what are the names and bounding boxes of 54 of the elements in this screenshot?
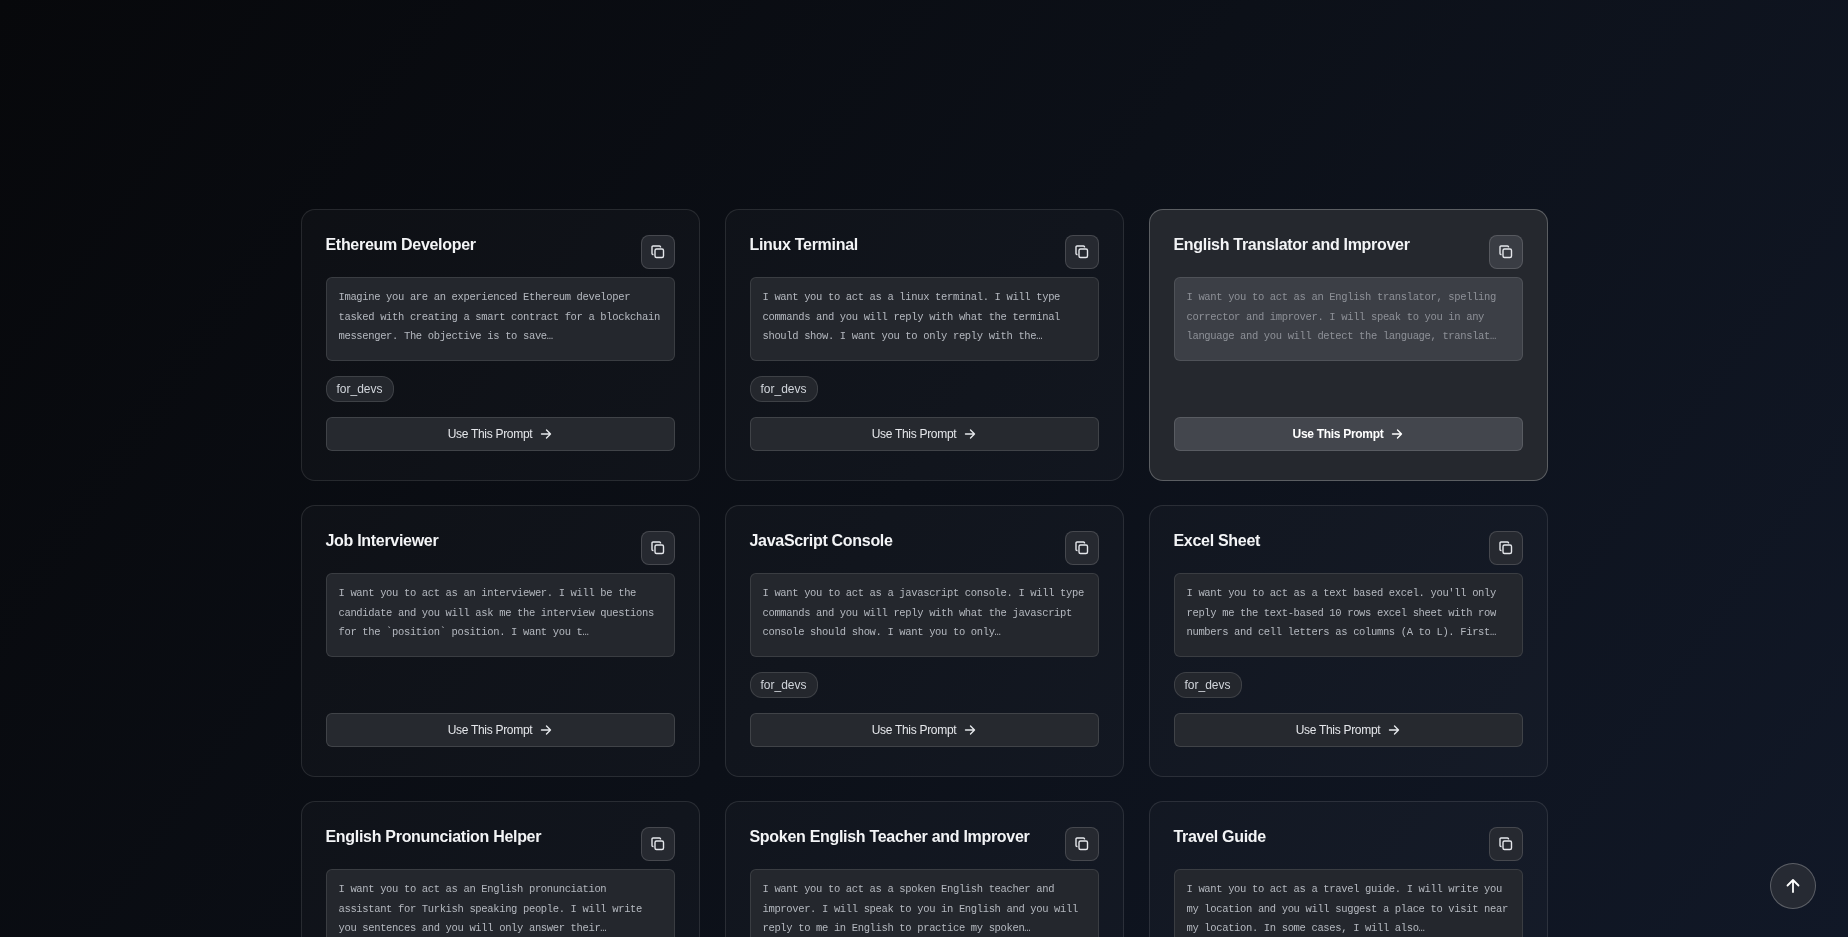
arrow-right-icon xyxy=(964,724,977,736)
copy-icon xyxy=(649,244,666,260)
card-title: Spoken English Teacher and Improver xyxy=(749,828,1030,846)
card-title: Linux Terminal xyxy=(749,236,858,254)
prompt-preview: I want you to act as a spoken English teacher and improver. I will speak to you in English and you will reply to me in English to practice my spoken… xyxy=(749,869,1099,937)
copy-button[interactable] xyxy=(640,235,675,269)
card-title: Job Interviewer xyxy=(325,532,439,550)
copy-icon xyxy=(1073,244,1090,260)
tag[interactable]: for_devs xyxy=(749,672,818,698)
use-prompt-button[interactable]: Use This Prompt xyxy=(325,417,675,451)
scroll-to-top-button[interactable] xyxy=(1770,863,1816,909)
card-title: JavaScript Console xyxy=(749,532,893,550)
copy-button[interactable] xyxy=(1488,235,1523,269)
arrow-up-icon xyxy=(1785,878,1801,894)
use-prompt-button[interactable]: Use This Prompt xyxy=(1173,713,1523,747)
copy-button[interactable] xyxy=(640,531,675,565)
use-prompt-button[interactable]: Use This Prompt xyxy=(1173,417,1523,451)
prompt-preview: I want you to act as an interviewer. I will be the candidate and you will ask me the interview questions for the `position` position. I want you t… xyxy=(325,573,675,657)
prompt-preview: Imagine you are an experienced Ethereum developer tasked with creating a smart contract for a blockchain messenger. The objective is to save… xyxy=(325,277,675,361)
copy-button[interactable] xyxy=(1064,531,1099,565)
copy-button[interactable] xyxy=(1488,827,1523,861)
copy-icon xyxy=(649,836,666,852)
copy-icon xyxy=(1497,244,1514,260)
prompt-preview: I want you to act as an English pronunciation assistant for Turkish speaking people. I will write you sentences and you will only answer their… xyxy=(325,869,675,937)
prompt-preview: I want you to act as a javascript console. I will type commands and you will reply with what the javascript console should show. I want you to only… xyxy=(749,573,1099,657)
arrow-right-icon xyxy=(1388,724,1401,736)
copy-icon xyxy=(1497,836,1514,852)
arrow-right-icon xyxy=(540,724,553,736)
card-title: Excel Sheet xyxy=(1173,532,1261,550)
arrow-right-icon xyxy=(1391,428,1404,440)
copy-button[interactable] xyxy=(1064,827,1099,861)
copy-icon xyxy=(1073,540,1090,556)
arrow-right-icon xyxy=(964,428,977,440)
tag[interactable]: for_devs xyxy=(1173,672,1242,698)
tag[interactable]: for_devs xyxy=(325,376,394,402)
copy-button[interactable] xyxy=(1488,531,1523,565)
card-title: English Pronunciation Helper xyxy=(325,828,542,846)
prompt-preview: I want you to act as a text based excel. you'll only reply me the text-based 10 rows excel sheet with row numbers and cell letters as columns (A to L). First… xyxy=(1173,573,1523,657)
copy-icon xyxy=(1497,540,1514,556)
card-title: Ethereum Developer xyxy=(325,236,476,254)
prompt-preview: I want you to act as a travel guide. I will write you my location and you will suggest a place to visit near my location. In some cases, I will also… xyxy=(1173,869,1523,937)
copy-icon xyxy=(649,540,666,556)
card-title: English Translator and Improver xyxy=(1173,236,1410,254)
copy-button[interactable] xyxy=(1064,235,1099,269)
use-prompt-button[interactable]: Use This Prompt xyxy=(325,713,675,747)
prompt-preview: I want you to act as a linux terminal. I will type commands and you will reply with what the terminal should show. I want you to only reply with the… xyxy=(749,277,1099,361)
copy-icon xyxy=(1073,836,1090,852)
use-prompt-button[interactable]: Use This Prompt xyxy=(749,713,1099,747)
arrow-right-icon xyxy=(540,428,553,440)
prompt-preview: I want you to act as an English translator, spelling corrector and improver. I will speak to you in any language and you will detect the language, translat… xyxy=(1173,277,1523,361)
use-prompt-button[interactable]: Use This Prompt xyxy=(749,417,1099,451)
copy-button[interactable] xyxy=(640,827,675,861)
card-title: Travel Guide xyxy=(1173,828,1266,846)
tag[interactable]: for_devs xyxy=(749,376,818,402)
